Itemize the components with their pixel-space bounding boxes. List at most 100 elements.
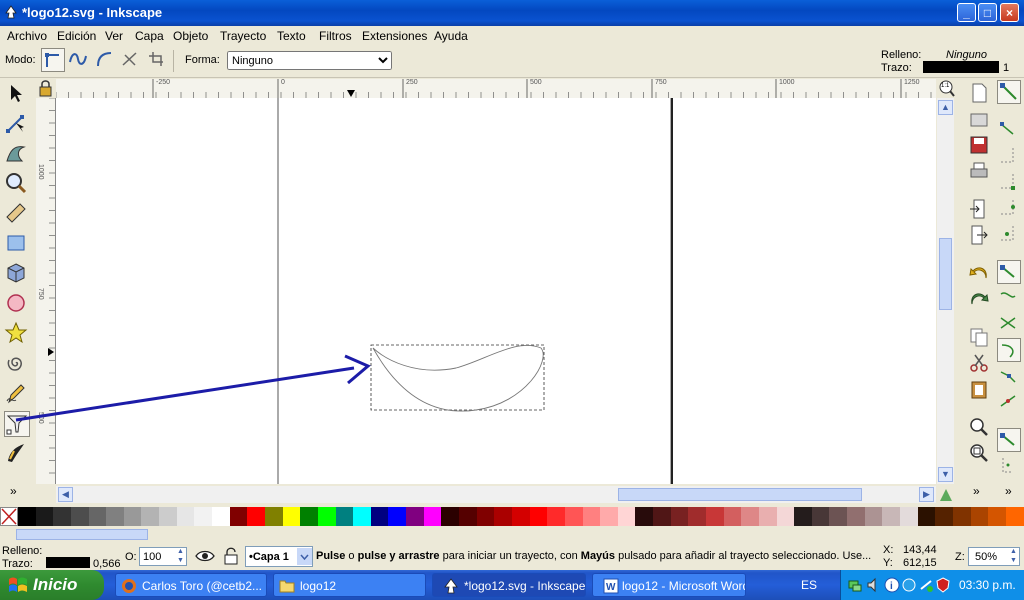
- snap-line-midpoints-button[interactable]: [997, 390, 1021, 414]
- color-swatch[interactable]: [212, 507, 230, 526]
- color-swatch[interactable]: [970, 507, 989, 526]
- menu-texto[interactable]: Texto: [277, 29, 306, 43]
- color-swatch[interactable]: [1005, 507, 1024, 526]
- paste-button[interactable]: [968, 378, 990, 400]
- snap-page-border-button[interactable]: [997, 454, 1021, 478]
- color-swatch[interactable]: [282, 507, 301, 526]
- open-button[interactable]: [968, 108, 990, 130]
- zoom-drawing-button[interactable]: [968, 442, 990, 464]
- color-swatch[interactable]: [988, 507, 1006, 526]
- color-swatch[interactable]: [600, 507, 618, 526]
- language-indicator[interactable]: ES: [801, 578, 817, 592]
- new-document-button[interactable]: [968, 82, 990, 104]
- snap-bbox-center-button[interactable]: [997, 222, 1021, 246]
- menu-ver[interactable]: Ver: [105, 29, 123, 43]
- snap-toggle-button[interactable]: [997, 80, 1021, 104]
- zoom-corner[interactable]: 1:1: [938, 79, 955, 98]
- color-swatch[interactable]: [670, 507, 689, 526]
- horizontal-scrollbar[interactable]: ◀ ▶: [56, 486, 936, 503]
- color-swatch[interactable]: [106, 507, 124, 526]
- color-swatch[interactable]: [423, 507, 442, 526]
- color-swatch[interactable]: [141, 507, 160, 526]
- vertical-scroll-thumb[interactable]: [939, 238, 952, 310]
- color-swatch[interactable]: [917, 507, 936, 526]
- pen-tool[interactable]: [4, 411, 30, 437]
- vertical-scrollbar[interactable]: ▲ ▼: [937, 98, 954, 484]
- info-icon[interactable]: i: [884, 577, 900, 593]
- color-swatch[interactable]: [776, 507, 795, 526]
- fill-value[interactable]: Ninguno: [946, 49, 987, 61]
- lock-icon[interactable]: [36, 79, 55, 98]
- snap-more-icon[interactable]: »: [1005, 484, 1012, 498]
- color-swatch[interactable]: [582, 507, 601, 526]
- status-stroke-swatch[interactable]: [46, 557, 90, 568]
- undo-button[interactable]: [968, 262, 990, 284]
- color-swatch[interactable]: [53, 507, 71, 526]
- opacity-spinbox[interactable]: 100 ▲ ▼: [139, 547, 187, 566]
- color-swatch[interactable]: [194, 507, 213, 526]
- cut-button[interactable]: [968, 352, 990, 374]
- color-swatch[interactable]: [511, 507, 530, 526]
- snap-smooth-nodes-button[interactable]: [997, 364, 1021, 388]
- task-word[interactable]: W logo12 - Microsoft Word: [592, 573, 746, 597]
- star-tool[interactable]: [4, 321, 30, 347]
- no-paint-swatch[interactable]: [0, 507, 18, 526]
- mode-straight-lines-button[interactable]: [119, 48, 143, 72]
- close-button[interactable]: ×: [1000, 3, 1019, 22]
- node-tool[interactable]: [4, 111, 30, 137]
- color-swatch[interactable]: [829, 507, 848, 526]
- measure-tool[interactable]: [4, 201, 30, 227]
- volume-icon[interactable]: [866, 577, 882, 593]
- color-swatch[interactable]: [547, 507, 565, 526]
- color-swatch[interactable]: [794, 507, 812, 526]
- redo-button[interactable]: [968, 288, 990, 310]
- color-swatch[interactable]: [229, 507, 248, 526]
- color-swatch[interactable]: [176, 507, 195, 526]
- save-button[interactable]: [968, 134, 990, 156]
- opacity-value[interactable]: 100: [143, 551, 161, 563]
- color-swatch[interactable]: [882, 507, 901, 526]
- color-swatch[interactable]: [494, 507, 512, 526]
- zoom-spinbox[interactable]: 50% ▲ ▼: [968, 547, 1020, 566]
- color-swatch[interactable]: [300, 507, 318, 526]
- minimize-button[interactable]: _: [957, 3, 976, 22]
- color-swatch[interactable]: [264, 507, 283, 526]
- clock[interactable]: 03:30 p.m.: [959, 578, 1016, 592]
- color-swatch[interactable]: [617, 507, 636, 526]
- color-swatch[interactable]: [441, 507, 460, 526]
- palette-scrollbar[interactable]: [0, 526, 1024, 543]
- color-swatch[interactable]: [317, 507, 336, 526]
- color-swatch[interactable]: [88, 507, 107, 526]
- color-swatch[interactable]: [123, 507, 142, 526]
- spiral-tool[interactable]: [4, 351, 30, 377]
- menu-filtros[interactable]: Filtros: [319, 29, 352, 43]
- mode-spiro-button[interactable]: [67, 48, 91, 72]
- color-swatch[interactable]: [811, 507, 830, 526]
- color-manage-corner[interactable]: [937, 486, 954, 503]
- snap-intersections-button[interactable]: [997, 312, 1021, 336]
- color-swatch[interactable]: [388, 507, 407, 526]
- zoom-selection-button[interactable]: [968, 416, 990, 438]
- zoom-value[interactable]: 50%: [975, 551, 997, 563]
- color-swatch[interactable]: [900, 507, 918, 526]
- color-swatch[interactable]: [459, 507, 477, 526]
- color-swatch[interactable]: [529, 507, 548, 526]
- update-icon[interactable]: [901, 577, 917, 593]
- snap-cusp-nodes-button[interactable]: [997, 338, 1021, 362]
- mode-paraxial-button[interactable]: [145, 48, 169, 72]
- spin-up-icon[interactable]: ▲: [1010, 548, 1017, 555]
- forma-select[interactable]: Ninguno: [227, 51, 392, 70]
- menu-trayecto[interactable]: Trayecto: [220, 29, 266, 43]
- tweak-tool[interactable]: [4, 141, 30, 167]
- import-button[interactable]: [968, 198, 990, 220]
- eye-visibility-icon[interactable]: [195, 548, 215, 564]
- drawing-canvas[interactable]: [56, 98, 936, 484]
- snap-bbox-edge-button[interactable]: [997, 144, 1021, 168]
- pencil-tool[interactable]: [4, 381, 30, 407]
- color-swatch[interactable]: [70, 507, 89, 526]
- maximize-button[interactable]: □: [978, 3, 997, 22]
- color-swatch[interactable]: [370, 507, 389, 526]
- vertical-ruler[interactable]: 1000 750 500: [36, 97, 56, 484]
- color-swatch[interactable]: [723, 507, 742, 526]
- scroll-down-button[interactable]: ▼: [938, 467, 953, 482]
